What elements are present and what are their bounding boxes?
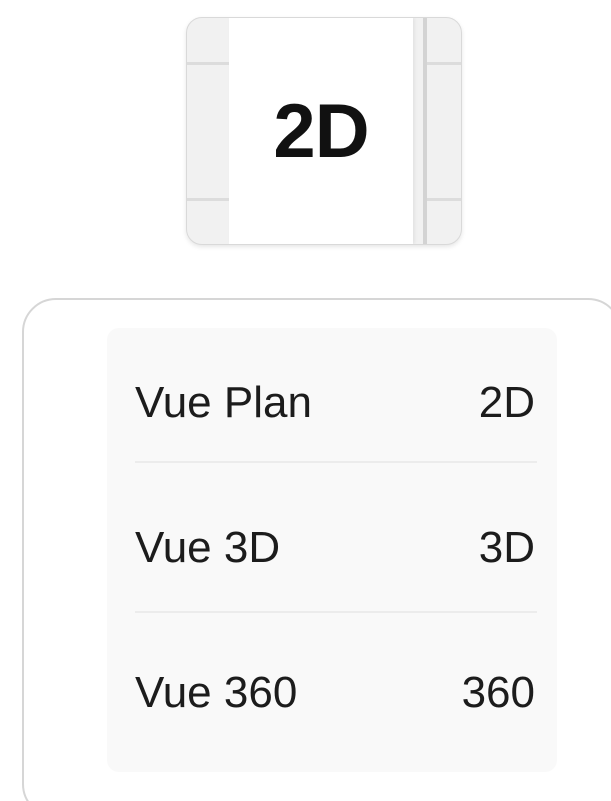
view-mode-divider — [423, 18, 427, 244]
menu-item-label: Vue 360 — [135, 668, 298, 717]
view-mode-label: 2D — [273, 88, 369, 174]
menu-item-label: Vue Plan — [135, 378, 312, 427]
menu-item-label: Vue 3D — [135, 523, 281, 572]
menu-item-vue-3d[interactable]: Vue 3D 3D — [107, 478, 557, 618]
menu-item-shortcut: 3D — [478, 523, 535, 572]
menu-item-vue-360[interactable]: Vue 360 360 — [107, 618, 557, 768]
view-mode-menu: Vue Plan 2D Vue 3D 3D Vue 360 360 — [22, 298, 611, 801]
decorative-line — [427, 62, 461, 65]
decorative-line — [427, 198, 461, 201]
menu-separator — [135, 611, 537, 613]
decorative-line — [187, 198, 229, 201]
menu-item-shortcut: 2D — [478, 378, 535, 427]
view-mode-button[interactable]: 2D — [186, 17, 462, 245]
decorative-line — [187, 62, 229, 65]
menu-item-shortcut: 360 — [461, 668, 535, 717]
view-mode-list: Vue Plan 2D Vue 3D 3D Vue 360 360 — [107, 328, 557, 772]
menu-separator — [135, 461, 537, 463]
menu-item-vue-plan[interactable]: Vue Plan 2D — [107, 328, 557, 478]
